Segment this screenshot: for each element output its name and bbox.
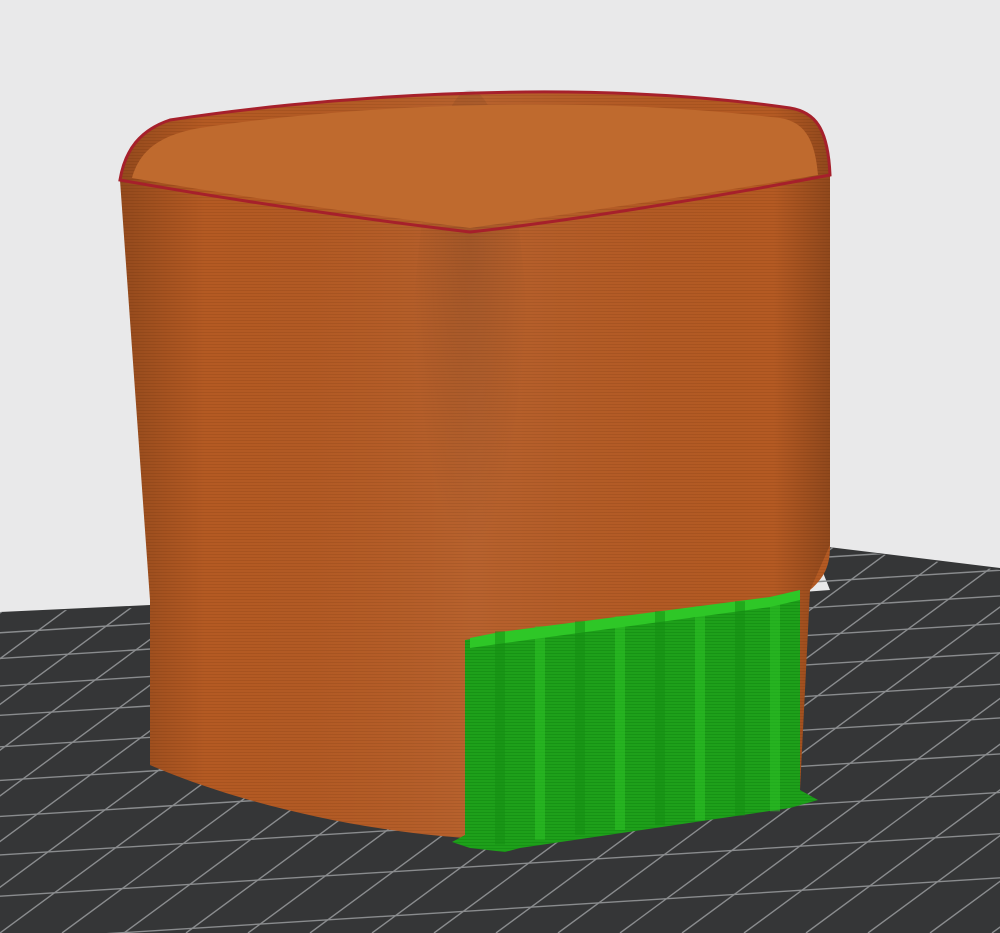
scene-canvas[interactable] [0,0,1000,933]
3d-viewport[interactable] [0,0,1000,933]
